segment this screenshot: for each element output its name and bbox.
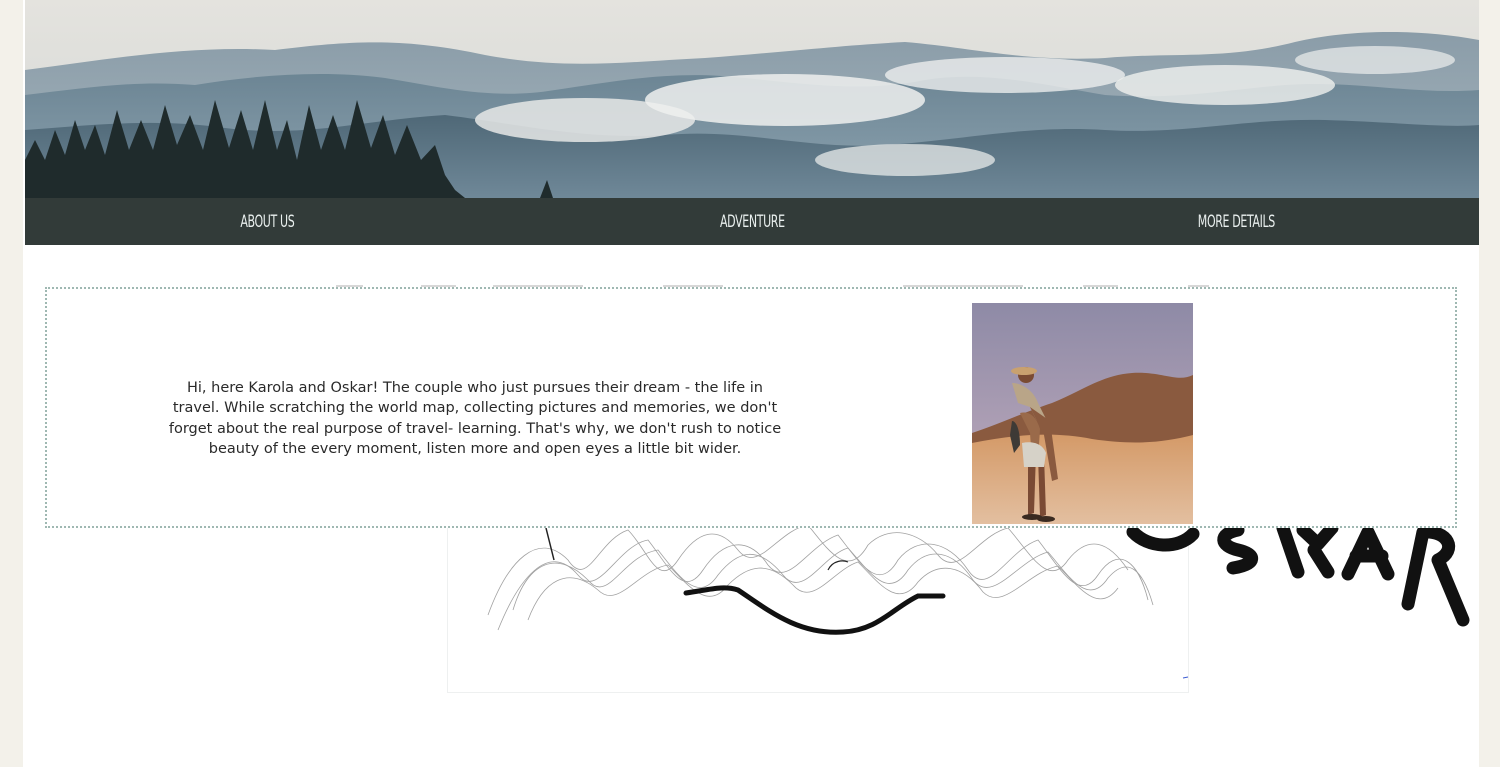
about-section: Hi, here Karola and Oskar! The couple wh… [45, 287, 1457, 528]
main-nav: About us Adventure More details [25, 198, 1479, 245]
page-footer-space [23, 726, 1479, 767]
desert-couple-photo-icon [972, 303, 1193, 524]
nav-item-more-details[interactable]: More details [1062, 198, 1411, 245]
page: About us Adventure More details [23, 0, 1479, 767]
hero-banner [25, 0, 1479, 198]
nav-item-adventure[interactable]: Adventure [578, 198, 927, 245]
artwork-panel [447, 520, 1470, 693]
about-text: Hi, here Karola and Oskar! The couple wh… [168, 379, 782, 458]
scribble-drawing-icon [487, 521, 1470, 679]
nav-item-about-us[interactable]: About us [93, 198, 442, 245]
mountain-landscape-icon [25, 0, 1479, 198]
